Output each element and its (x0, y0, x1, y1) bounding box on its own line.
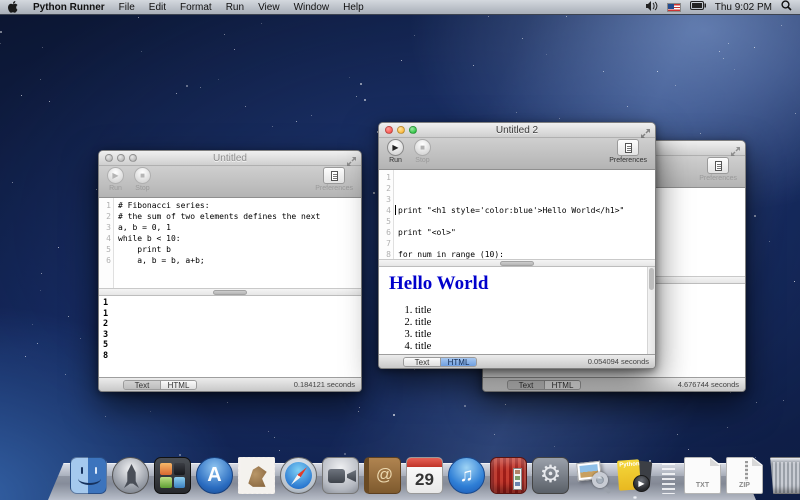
ical-icon[interactable]: 29 (406, 457, 443, 494)
menu-bar: Python Runner File Edit Format Run View Windo… (0, 0, 800, 15)
text-cursor (395, 205, 396, 215)
photobooth-icon[interactable] (490, 457, 527, 494)
elapsed-time: 0.054094 seconds (588, 357, 649, 366)
trash-icon[interactable] (768, 457, 800, 494)
elapsed-time: 0.184121 seconds (294, 380, 355, 389)
appstore-icon[interactable]: A (196, 457, 233, 494)
menu-item-edit[interactable]: Edit (149, 2, 166, 13)
spotlight-icon[interactable] (781, 0, 792, 14)
status-bar: Text HTML 0.184121 seconds (99, 377, 361, 391)
play-icon: ▶ (107, 167, 124, 184)
dock: A@29♫⚙Python▶TXTZIP (48, 444, 756, 500)
output-text: 1 1 2 3 5 8 (99, 296, 361, 361)
tab-html[interactable]: HTML (440, 358, 476, 366)
horizontal-scrollbar[interactable] (379, 259, 655, 267)
menu-item-view[interactable]: View (258, 2, 280, 13)
code-editor[interactable]: 123456 # Fibonacci series:# the sum of t… (99, 198, 361, 288)
sysprefs-icon[interactable]: ⚙ (532, 457, 569, 494)
horizontal-scrollbar[interactable] (99, 288, 361, 296)
scroll-thumb[interactable] (500, 261, 534, 266)
python-icon[interactable]: Python▶ (616, 457, 653, 494)
view-mode-tabs: Text HTML (123, 380, 197, 390)
titlebar-untitled2[interactable]: Untitled 2 (379, 123, 655, 138)
volume-icon[interactable] (646, 1, 658, 14)
stop-button[interactable]: ■ Stop (134, 167, 151, 192)
menu-clock[interactable]: Thu 9:02 PM (715, 2, 772, 13)
dashboard-icon[interactable] (154, 457, 191, 494)
status-bar: Text HTML 4.676744 seconds (483, 377, 745, 391)
tab-text[interactable]: Text (508, 381, 544, 389)
line-numbers: 12345678 (379, 170, 394, 259)
preferences-icon (323, 167, 345, 184)
app-menu-title[interactable]: Python Runner (33, 2, 105, 13)
rendered-list: titletitletitletitletitletitle (415, 305, 647, 354)
addressbook-icon[interactable]: @ (364, 457, 401, 494)
run-button[interactable]: ▶ Run (107, 167, 124, 192)
titlebar-untitled[interactable]: Untitled (99, 151, 361, 166)
apple-menu-icon[interactable] (8, 1, 19, 13)
rendered-heading: Hello World (389, 273, 647, 295)
stop-button[interactable]: ■ Stop (414, 139, 431, 164)
stop-icon: ■ (414, 139, 431, 156)
safari-icon[interactable] (280, 457, 317, 494)
preferences-button[interactable]: Preferences (609, 139, 647, 164)
vertical-scrollbar[interactable] (647, 267, 655, 354)
window-title: Untitled 2 (379, 125, 655, 136)
stop-icon: ■ (134, 167, 151, 184)
scroll-thumb[interactable] (213, 290, 247, 295)
code-text: # Fibonacci series:# the sum of two elem… (114, 198, 361, 288)
run-button[interactable]: ▶ Run (387, 139, 404, 164)
elapsed-time: 4.676744 seconds (678, 380, 739, 389)
menu-item-format[interactable]: Format (180, 2, 212, 13)
dock-divider (662, 460, 675, 494)
code-editor[interactable]: 12345678 print "<h1 style='color:blue'>H… (379, 170, 655, 259)
zip-icon[interactable]: ZIP (726, 457, 763, 494)
preferences-button[interactable]: Preferences (315, 167, 353, 192)
window-title: Untitled (99, 153, 361, 164)
menu-item-window[interactable]: Window (294, 2, 330, 13)
menu-item-run[interactable]: Run (226, 2, 244, 13)
us-flag-icon[interactable] (667, 3, 681, 12)
output-pane[interactable]: Hello World titletitletitletitletitletit… (379, 267, 655, 354)
txt-icon[interactable]: TXT (684, 457, 721, 494)
battery-icon[interactable] (690, 1, 706, 13)
view-mode-tabs: Text HTML (403, 357, 477, 367)
tab-html[interactable]: HTML (544, 381, 580, 389)
mail-icon[interactable] (238, 457, 275, 494)
menu-item-file[interactable]: File (119, 2, 135, 13)
code-text: print "<h1 style='color:blue'>Hello Worl… (394, 170, 655, 259)
tab-text[interactable]: Text (124, 381, 160, 389)
preferences-button[interactable]: Preferences (699, 157, 737, 182)
output-pane[interactable]: 1 1 2 3 5 8 (99, 296, 361, 377)
finder-icon[interactable] (70, 457, 107, 494)
window-untitled2: Untitled 2 ▶ Run ■ Stop Preferences 1234… (378, 122, 656, 369)
preferences-icon (617, 139, 639, 156)
line-numbers: 123456 (99, 198, 114, 288)
menu-items: File Edit Format Run View Window Help (119, 2, 364, 13)
view-mode-tabs: Text HTML (507, 380, 581, 390)
tab-html[interactable]: HTML (160, 381, 196, 389)
menu-item-help[interactable]: Help (343, 2, 364, 13)
preferences-icon (707, 157, 729, 174)
scroll-thumb[interactable] (649, 268, 654, 290)
launchpad-icon[interactable] (112, 457, 149, 494)
window-untitled: Untitled ▶ Run ■ Stop Preferences 123456… (98, 150, 362, 392)
tab-text[interactable]: Text (404, 358, 440, 366)
running-indicator (633, 496, 637, 499)
preview-icon[interactable] (574, 457, 611, 494)
status-bar: Text HTML 0.054094 seconds (379, 354, 655, 368)
facetime-icon[interactable] (322, 457, 359, 494)
play-icon: ▶ (387, 139, 404, 156)
toolbar: ▶ Run ■ Stop Preferences (99, 166, 361, 198)
itunes-icon[interactable]: ♫ (448, 457, 485, 494)
toolbar: ▶ Run ■ Stop Preferences (379, 138, 655, 170)
